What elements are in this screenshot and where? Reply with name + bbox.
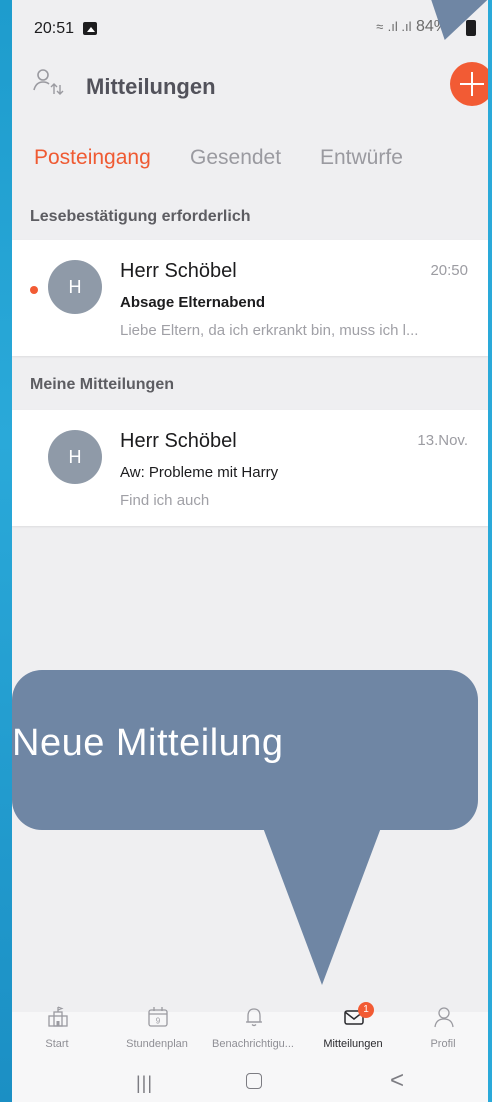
signal-icon: .ıl .ıl (387, 19, 412, 34)
nav-label: Profil (430, 1038, 456, 1050)
message-sender: Herr Schöbel (120, 430, 237, 452)
back-button[interactable]: < (390, 1067, 404, 1095)
message-preview: Find ich auch (120, 492, 210, 509)
nav-label: Benachrichtigu... (212, 1038, 294, 1050)
section-header-read-receipt: Lesebestätigung erforderlich (12, 196, 488, 240)
nav-item-mitteilungen[interactable]: 1 Mitteilungen (308, 1002, 398, 1056)
recents-button[interactable]: ||| (136, 1073, 153, 1094)
bell-icon (246, 1008, 262, 1027)
message-item[interactable]: H Herr Schöbel 20:50 Absage Elternabend … (12, 240, 488, 356)
slide-background-left (0, 0, 12, 1102)
tab-entwuerfe[interactable]: Entwürfe (320, 146, 403, 170)
new-message-button[interactable] (450, 62, 488, 106)
avatar: H (48, 260, 102, 314)
unread-indicator (30, 286, 38, 294)
nav-item-stundenplan[interactable]: 9 Stundenplan (112, 1007, 202, 1056)
message-preview: Liebe Eltern, da ich erkrankt bin, muss … (120, 322, 419, 339)
callout-bubble: Neue Mitteilung (12, 670, 478, 830)
person-icon (434, 1007, 454, 1028)
phone-screen: 20:51 ≈ .ıl .ıl 84% Mitteilungen Postein… (12, 0, 488, 1102)
avatar: H (48, 430, 102, 484)
section-header-my-messages: Meine Mitteilungen (12, 364, 488, 408)
page-title: Mitteilungen (86, 74, 216, 99)
section-title: Meine Mitteilungen (30, 376, 174, 393)
calendar-day: 9 (156, 1017, 161, 1026)
status-time: 20:51 (34, 20, 75, 37)
nav-label: Stundenplan (126, 1038, 188, 1050)
message-subject: Aw: Probleme mit Harry (120, 464, 279, 481)
message-time: 13.Nov. (417, 432, 468, 449)
bottom-navigation: Start 9 Stundenplan Benachrichtigu... 1 … (12, 1002, 488, 1056)
callout-tail (262, 825, 382, 985)
nav-label: Start (45, 1038, 69, 1050)
unread-count-badge: 1 (358, 1002, 374, 1018)
tab-posteingang[interactable]: Posteingang (34, 146, 151, 170)
message-item[interactable]: H Herr Schöbel 13.Nov. Aw: Probleme mit … (12, 410, 488, 526)
wifi-icon: ≈ (376, 19, 384, 34)
nav-item-start[interactable]: Start (12, 1006, 102, 1056)
message-sender: Herr Schöbel (120, 260, 237, 282)
nav-label: Mitteilungen (323, 1038, 383, 1050)
message-time: 20:50 (430, 262, 468, 279)
tab-bar: Posteingang Gesendet Entwürfe (12, 126, 488, 196)
system-navigation-bar: ||| < (12, 1056, 488, 1102)
callout-text: Neue Mitteilung (12, 722, 284, 764)
app-bar: Mitteilungen (12, 46, 488, 126)
switch-user-icon[interactable] (32, 66, 64, 98)
home-button[interactable] (246, 1073, 262, 1089)
gallery-notification-icon (83, 22, 97, 35)
tab-gesendet[interactable]: Gesendet (190, 146, 281, 170)
nav-item-benachrichtigungen[interactable]: Benachrichtigu... (208, 1008, 298, 1056)
calendar-icon: 9 (148, 1007, 168, 1027)
school-icon (48, 1006, 68, 1027)
message-subject: Absage Elternabend (120, 294, 266, 311)
section-title: Lesebestätigung erforderlich (30, 208, 251, 225)
nav-item-profil[interactable]: Profil (398, 1007, 488, 1056)
